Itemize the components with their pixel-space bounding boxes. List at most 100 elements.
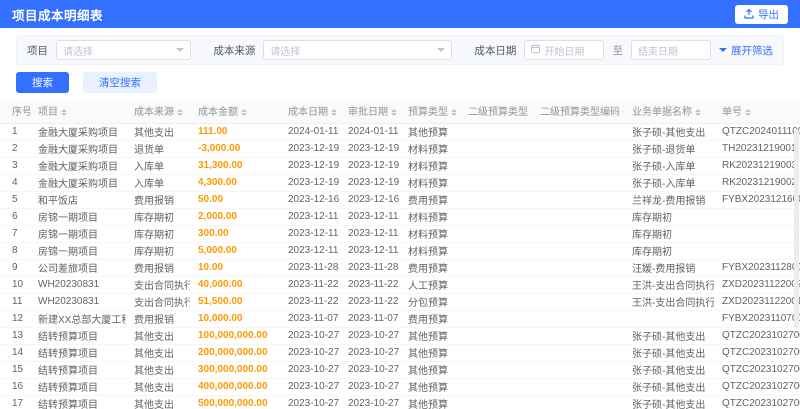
cell-business-document: 汪媛-费用报销 bbox=[624, 259, 714, 277]
expand-filter-link[interactable]: 展开筛选 bbox=[719, 43, 773, 58]
project-select[interactable]: 请选择 bbox=[56, 40, 192, 60]
table-row[interactable]: 8 房锦一期项目 库存期初 5,000.00 2023-12-11 2023-12-11 材… bbox=[0, 242, 800, 260]
cell-secondary-budget-type bbox=[460, 310, 532, 328]
sort-caret-icon[interactable] bbox=[241, 109, 247, 117]
cell-cost-date: 2023-12-19 bbox=[280, 157, 340, 175]
sort-caret-icon[interactable] bbox=[391, 109, 397, 117]
cell-document-number bbox=[714, 225, 800, 243]
table-row[interactable]: 3 金融大厦采购项目 入库单 31,300.00 2023-12-19 2023-12-1… bbox=[0, 157, 800, 175]
cell-document-number: ZXD20231122001 bbox=[714, 293, 800, 311]
end-date-input[interactable]: 结束日期 bbox=[630, 40, 711, 60]
cell-cost-amount: 40,000.00 bbox=[190, 276, 280, 294]
export-button[interactable]: 导出 bbox=[735, 4, 788, 24]
table-row[interactable]: 14 结转预算项目 其他支出 200,000,000.00 2023-10-27 2023… bbox=[0, 344, 800, 362]
cell-project: 公司差旅项目 bbox=[30, 259, 126, 277]
cell-document-number: QTZC20231027002 bbox=[714, 344, 800, 362]
cell-secondary-budget-type bbox=[460, 208, 532, 226]
sort-caret-icon[interactable] bbox=[623, 109, 624, 117]
cell-approval-date: 2023-11-07 bbox=[340, 310, 400, 328]
column-header-secondary-budget-type-code[interactable]: 二级预算类型编码 bbox=[532, 99, 624, 124]
table-row[interactable]: 7 房锦一期项目 库存期初 300.00 2023-12-11 2023-12-11 材料预… bbox=[0, 225, 800, 243]
cell-business-document: 库存期初 bbox=[624, 208, 714, 226]
table-row[interactable]: 13 结转预算项目 其他支出 100,000,000.00 2023-10-27 2023… bbox=[0, 327, 800, 345]
sort-caret-icon[interactable] bbox=[745, 109, 751, 117]
cell-project: WH20230831 bbox=[30, 293, 126, 311]
column-header-project[interactable]: 项目 bbox=[30, 99, 126, 124]
cell-secondary-budget-type bbox=[460, 123, 532, 141]
cell-budget-type: 材料预算 bbox=[400, 174, 460, 192]
cell-project: 金融大厦采购项目 bbox=[30, 157, 126, 175]
cell-secondary-budget-type-code bbox=[532, 242, 624, 260]
chevron-down-icon bbox=[437, 48, 446, 52]
column-label: 二级预算类型 bbox=[468, 107, 528, 119]
cell-cost-source: 支出合同执行 bbox=[126, 276, 190, 294]
cell-document-number: QTZC20231027002 bbox=[714, 378, 800, 396]
export-icon bbox=[744, 9, 754, 19]
column-label: 成本金额 bbox=[198, 107, 238, 119]
table-row[interactable]: 9 公司差旅项目 费用报销 10.00 2023-11-28 2023-11-28 费用预算… bbox=[0, 259, 800, 277]
cell-document-number: QTZC20231027002 bbox=[714, 361, 800, 379]
cell-secondary-budget-type bbox=[460, 378, 532, 396]
cell-index: 5 bbox=[0, 191, 30, 209]
table-row[interactable]: 16 结转预算项目 其他支出 400,000,000.00 2023-10-27 2023… bbox=[0, 378, 800, 396]
column-header-document-number[interactable]: 单号 bbox=[714, 99, 800, 124]
chevron-down-icon bbox=[719, 48, 727, 52]
table-row[interactable]: 6 房锦一期项目 库存期初 2,000.00 2023-12-11 2023-12-11 材… bbox=[0, 208, 800, 226]
cell-document-number: TH20231219001 bbox=[714, 140, 800, 158]
column-header-cost-amount[interactable]: 成本金额 bbox=[190, 99, 280, 124]
cell-business-document: 张子硕-其他支出 bbox=[624, 361, 714, 379]
cell-cost-amount: 4,300.00 bbox=[190, 174, 280, 192]
action-bar: 搜索 清空搜索 bbox=[16, 72, 784, 93]
column-header-cost-date[interactable]: 成本日期 bbox=[280, 99, 340, 124]
table-row[interactable]: 4 金融大厦采购项目 入库单 4,300.00 2023-12-19 2023-12-19… bbox=[0, 174, 800, 192]
sort-caret-icon[interactable] bbox=[331, 109, 337, 117]
cost-source-select[interactable]: 请选择 bbox=[263, 40, 453, 60]
cell-approval-date: 2023-12-19 bbox=[340, 157, 400, 175]
table-row[interactable]: 15 结转预算项目 其他支出 300,000,000.00 2023-10-27 2023… bbox=[0, 361, 800, 379]
cell-cost-amount: 400,000,000.00 bbox=[190, 378, 280, 396]
start-date-input[interactable]: 开始日期 bbox=[524, 40, 605, 60]
column-header-approval-date[interactable]: 审批日期 bbox=[340, 99, 400, 124]
table-row[interactable]: 2 金融大厦采购项目 退货单 -3,000.00 2023-12-19 2023-12-1… bbox=[0, 140, 800, 158]
table-row[interactable]: 12新建XX总部大厦工程二期费用报销10,000.002023-11-07202… bbox=[0, 310, 800, 328]
column-header-cost-source[interactable]: 成本来源 bbox=[126, 99, 190, 124]
column-header-business-document[interactable]: 业务单据名称 bbox=[624, 99, 714, 124]
sort-caret-icon[interactable] bbox=[61, 109, 67, 117]
cell-cost-amount: 500,000,000.00 bbox=[190, 395, 280, 409]
cell-index: 1 bbox=[0, 123, 30, 141]
cell-cost-amount: 100,000,000.00 bbox=[190, 327, 280, 345]
table-row[interactable]: 1 金融大厦采购项目 其他支出 111.00 2024-01-11 2024-01-11 其… bbox=[0, 123, 800, 141]
table-row[interactable]: 11 WH20230831 支出合同执行 51,500.00 2023-11-22 202… bbox=[0, 293, 800, 311]
cell-cost-source: 其他支出 bbox=[126, 378, 190, 396]
cell-business-document: 王洪-支出合同执行 bbox=[624, 276, 714, 294]
vertical-scrollbar[interactable] bbox=[794, 129, 799, 329]
sort-caret-icon[interactable] bbox=[531, 109, 532, 117]
cell-approval-date: 2023-12-16 bbox=[340, 191, 400, 209]
cell-cost-date: 2023-11-07 bbox=[280, 310, 340, 328]
cell-cost-source: 库存期初 bbox=[126, 208, 190, 226]
sort-caret-icon[interactable] bbox=[177, 109, 183, 117]
column-header-budget-type[interactable]: 预算类型 bbox=[400, 99, 460, 124]
cell-index: 12 bbox=[0, 310, 30, 328]
project-filter-label: 项目 bbox=[27, 44, 48, 57]
cell-business-document: 库存期初 bbox=[624, 242, 714, 260]
clear-search-button[interactable]: 清空搜索 bbox=[83, 72, 157, 93]
table-row[interactable]: 17 结转预算项目 其他支出 500,000,000.00 2023-10-27 2023… bbox=[0, 395, 800, 409]
cell-budget-type: 人工预算 bbox=[400, 276, 460, 294]
cell-cost-amount: 111.00 bbox=[190, 123, 280, 141]
cell-approval-date: 2023-10-27 bbox=[340, 361, 400, 379]
column-header-secondary-budget-type[interactable]: 二级预算类型 bbox=[460, 99, 532, 124]
cell-document-number: FYBX20231128001 bbox=[714, 259, 800, 277]
sort-caret-icon[interactable] bbox=[695, 109, 701, 117]
cell-secondary-budget-type bbox=[460, 174, 532, 192]
cell-secondary-budget-type-code bbox=[532, 140, 624, 158]
cell-cost-date: 2023-12-19 bbox=[280, 174, 340, 192]
table-row[interactable]: 5 和平饭店 费用报销 50.00 2023-12-16 2023-12-16 费用预算 兰祥… bbox=[0, 191, 800, 209]
cell-cost-date: 2023-10-27 bbox=[280, 327, 340, 345]
sort-caret-icon[interactable] bbox=[451, 109, 457, 117]
column-label: 序号 bbox=[12, 107, 30, 119]
cell-budget-type: 其他预算 bbox=[400, 123, 460, 141]
cell-index: 11 bbox=[0, 293, 30, 311]
search-button[interactable]: 搜索 bbox=[16, 72, 69, 93]
table-row[interactable]: 10 WH20230831 支出合同执行 40,000.00 2023-11-22 202… bbox=[0, 276, 800, 294]
